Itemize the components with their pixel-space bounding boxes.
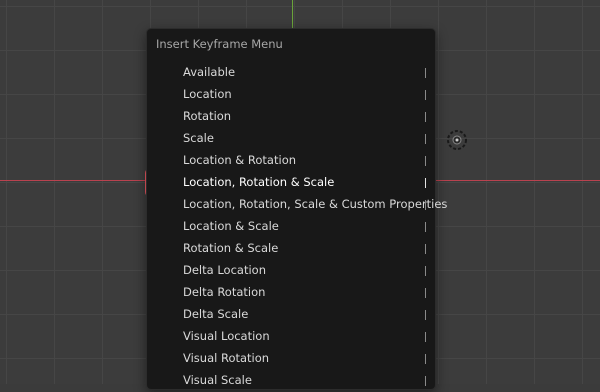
menu-item-visual-scale[interactable]: Visual Scale (151, 370, 431, 392)
menu-item-marker (425, 68, 426, 78)
menu-item-visual-location[interactable]: Visual Location (151, 326, 431, 348)
menu-item-label: Rotation & Scale (183, 241, 279, 255)
menu-title: Insert Keyframe Menu (156, 37, 283, 51)
menu-item-location-rotation-scale-custom-properties[interactable]: Location, Rotation, Scale & Custom Prope… (151, 194, 447, 216)
menu-item-delta-location[interactable]: Delta Location (151, 260, 431, 282)
menu-item-label: Location, Rotation & Scale (183, 175, 335, 189)
menu-item-marker (425, 134, 426, 144)
menu-item-location-rotation[interactable]: Location & Rotation (151, 150, 431, 172)
menu-item-label: Scale (183, 131, 214, 145)
menu-item-marker (425, 112, 426, 122)
menu-item-label: Location, Rotation, Scale & Custom Prope… (183, 197, 448, 211)
menu-item-delta-scale[interactable]: Delta Scale (151, 304, 431, 326)
menu-item-marker (425, 156, 426, 166)
menu-item-marker (425, 288, 426, 298)
menu-item-marker (425, 90, 426, 100)
menu-item-available[interactable]: Available (151, 62, 431, 84)
menu-item-location-scale[interactable]: Location & Scale (151, 216, 431, 238)
menu-item-label: Visual Scale (183, 373, 252, 387)
menu-item-label: Location & Scale (183, 219, 279, 233)
menu-item-rotation-scale[interactable]: Rotation & Scale (151, 238, 431, 260)
menu-item-label: Available (183, 65, 236, 79)
menu-item-label: Visual Location (183, 329, 270, 343)
menu-item-delta-rotation[interactable]: Delta Rotation (151, 282, 431, 304)
menu-item-scale[interactable]: Scale (151, 128, 431, 150)
insert-keyframe-menu: Insert Keyframe Menu Available Location … (146, 28, 447, 392)
menu-item-location-rotation-scale[interactable]: Location, Rotation & Scale (151, 172, 431, 194)
menu-item-marker (425, 222, 426, 232)
menu-item-label: Location & Rotation (183, 153, 297, 167)
object-origin-icon[interactable] (445, 128, 469, 152)
menu-item-visual-rotation[interactable]: Visual Rotation (151, 348, 431, 370)
menu-item-label: Delta Location (183, 263, 266, 277)
menu-item-marker (425, 376, 426, 386)
menu-item-label: Location (183, 87, 232, 101)
menu-item-label: Delta Rotation (183, 285, 266, 299)
menu-item-location[interactable]: Location (151, 84, 431, 106)
menu-item-label: Delta Scale (183, 307, 249, 321)
menu-item-marker (425, 332, 426, 342)
menu-item-marker (425, 354, 426, 364)
menu-item-marker (425, 244, 426, 254)
menu-item-label: Rotation (183, 109, 232, 123)
menu-item-marker (425, 200, 426, 210)
menu-item-marker (425, 178, 426, 188)
menu-item-marker (425, 266, 426, 276)
y-axis-line (292, 0, 293, 28)
menu-item-marker (425, 310, 426, 320)
menu-item-rotation[interactable]: Rotation (151, 106, 431, 128)
menu-item-label: Visual Rotation (183, 351, 270, 365)
